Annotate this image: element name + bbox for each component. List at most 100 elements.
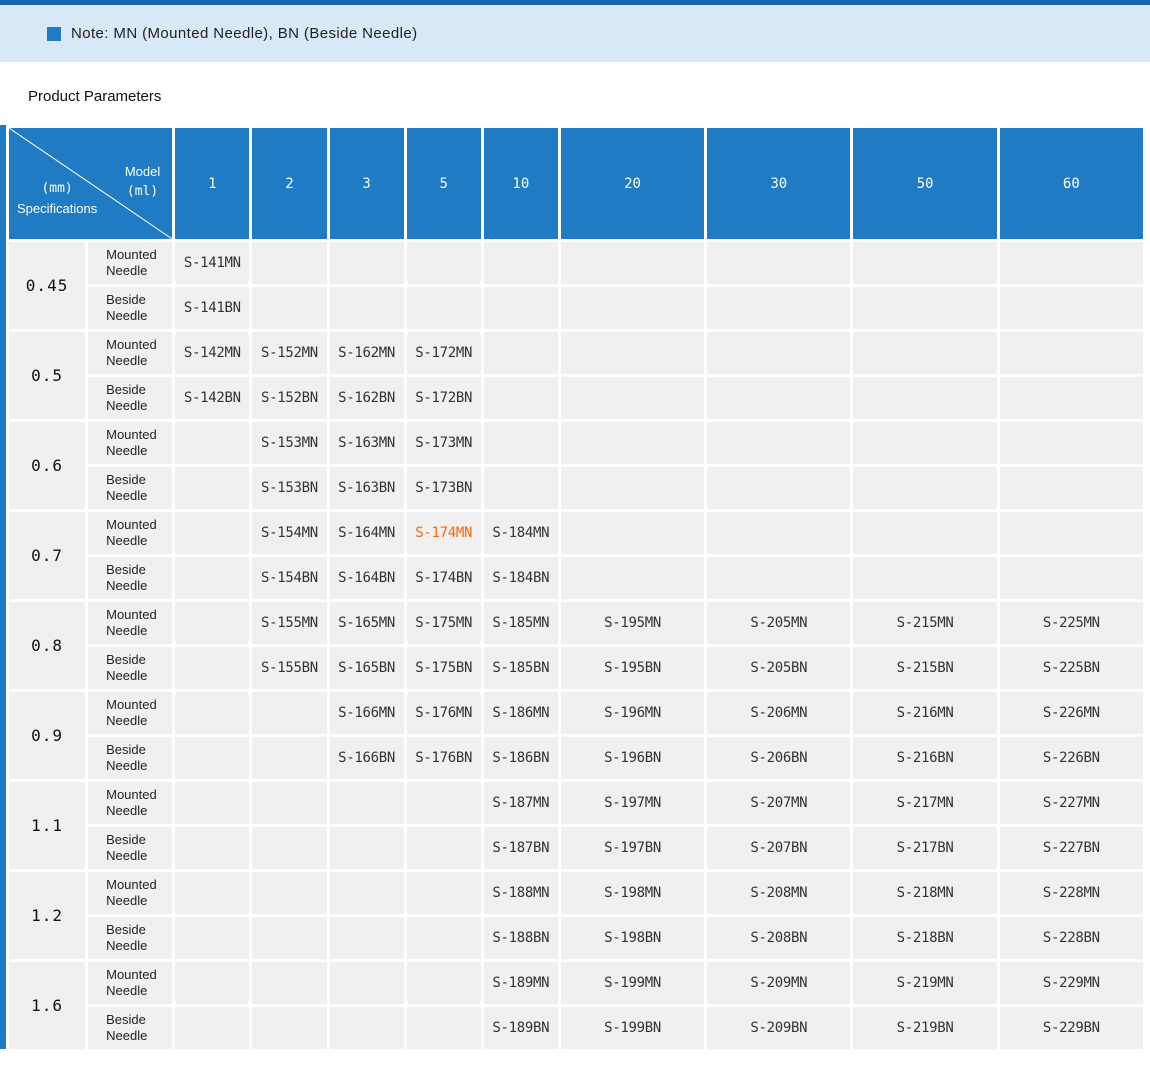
column-header-20ml: 20 (561, 128, 704, 239)
empty-cell (853, 512, 996, 554)
table-head: Model (ml) (mm) Specifications 123510203… (9, 128, 1143, 239)
empty-cell (1000, 422, 1143, 464)
mounted-needle-label: Mounted Needle (88, 962, 172, 1004)
model-code-S-218MN: S-218MN (853, 872, 996, 914)
empty-cell (484, 332, 558, 374)
empty-cell (407, 962, 481, 1004)
empty-cell (252, 782, 326, 824)
empty-cell (853, 242, 996, 284)
empty-cell (853, 467, 996, 509)
model-code-S-188MN: S-188MN (484, 872, 558, 914)
empty-cell (707, 287, 850, 329)
model-code-S-186BN: S-186BN (484, 737, 558, 779)
table-row: 0.7Mounted NeedleS-154MNS-164MNS-174MNS-… (9, 512, 1143, 554)
model-code-S-172BN: S-172BN (407, 377, 481, 419)
empty-cell (175, 422, 249, 464)
model-code-S-198MN: S-198MN (561, 872, 704, 914)
beside-needle-label: Beside Needle (88, 827, 172, 869)
empty-cell (407, 827, 481, 869)
empty-cell (175, 917, 249, 959)
empty-cell (707, 512, 850, 554)
table-row: Beside NeedleS-142BNS-152BNS-162BNS-172B… (9, 377, 1143, 419)
mounted-needle-label: Mounted Needle (88, 782, 172, 824)
model-code-S-217MN: S-217MN (853, 782, 996, 824)
empty-cell (561, 332, 704, 374)
empty-cell (175, 827, 249, 869)
empty-cell (175, 512, 249, 554)
model-code-S-199BN: S-199BN (561, 1007, 704, 1049)
table-row: 0.5Mounted NeedleS-142MNS-152MNS-162MNS-… (9, 332, 1143, 374)
empty-cell (407, 242, 481, 284)
spec-cell-1.6mm: 1.6 (9, 962, 85, 1049)
model-code-S-207MN: S-207MN (707, 782, 850, 824)
model-code-S-185MN: S-185MN (484, 602, 558, 644)
empty-cell (1000, 377, 1143, 419)
mounted-needle-label: Mounted Needle (88, 422, 172, 464)
column-header-3ml: 3 (330, 128, 404, 239)
empty-cell (407, 1007, 481, 1049)
product-parameters-table: Model (ml) (mm) Specifications 123510203… (6, 125, 1146, 1052)
model-code-S-174MN[interactable]: S-174MN (407, 512, 481, 554)
mounted-needle-label: Mounted Needle (88, 512, 172, 554)
model-code-S-228BN: S-228BN (1000, 917, 1143, 959)
model-code-S-217BN: S-217BN (853, 827, 996, 869)
model-code-S-196MN: S-196MN (561, 692, 704, 734)
model-code-S-164MN: S-164MN (330, 512, 404, 554)
model-code-S-227MN: S-227MN (1000, 782, 1143, 824)
model-code-S-195BN: S-195BN (561, 647, 704, 689)
model-code-S-209BN: S-209BN (707, 1007, 850, 1049)
model-code-S-165MN: S-165MN (330, 602, 404, 644)
spec-cell-0.6mm: 0.6 (9, 422, 85, 509)
note-text: Note: MN (Mounted Needle), BN (Beside Ne… (71, 25, 417, 42)
empty-cell (561, 422, 704, 464)
beside-needle-label: Beside Needle (88, 1007, 172, 1049)
column-header-2ml: 2 (252, 128, 326, 239)
model-code-S-176MN: S-176MN (407, 692, 481, 734)
model-code-S-187MN: S-187MN (484, 782, 558, 824)
table-row: Beside NeedleS-189BNS-199BNS-209BNS-219B… (9, 1007, 1143, 1049)
model-code-S-199MN: S-199MN (561, 962, 704, 1004)
empty-cell (484, 287, 558, 329)
table-row: 1.6Mounted NeedleS-189MNS-199MNS-209MNS-… (9, 962, 1143, 1004)
table-body: 0.45Mounted NeedleS-141MNBeside NeedleS-… (9, 242, 1143, 1049)
empty-cell (707, 467, 850, 509)
corner-model-label: Model (ml) (125, 162, 160, 202)
note-banner: Note: MN (Mounted Needle), BN (Beside Ne… (0, 5, 1150, 62)
section-title: Product Parameters (28, 88, 1150, 105)
corner-specifications-text: Specifications (17, 199, 97, 219)
model-code-S-205MN: S-205MN (707, 602, 850, 644)
beside-needle-label: Beside Needle (88, 287, 172, 329)
model-code-S-153BN: S-153BN (252, 467, 326, 509)
empty-cell (707, 332, 850, 374)
empty-cell (252, 872, 326, 914)
empty-cell (175, 557, 249, 599)
empty-cell (407, 782, 481, 824)
column-header-60ml: 60 (1000, 128, 1143, 239)
mounted-needle-label: Mounted Needle (88, 332, 172, 374)
model-code-S-166BN: S-166BN (330, 737, 404, 779)
model-code-S-208BN: S-208BN (707, 917, 850, 959)
table-row: 0.6Mounted NeedleS-153MNS-163MNS-173MN (9, 422, 1143, 464)
empty-cell (175, 872, 249, 914)
model-code-S-184MN: S-184MN (484, 512, 558, 554)
model-code-S-227BN: S-227BN (1000, 827, 1143, 869)
empty-cell (561, 242, 704, 284)
empty-cell (1000, 557, 1143, 599)
spec-cell-0.9mm: 0.9 (9, 692, 85, 779)
empty-cell (561, 377, 704, 419)
empty-cell (853, 377, 996, 419)
empty-cell (1000, 242, 1143, 284)
mounted-needle-label: Mounted Needle (88, 872, 172, 914)
table-row: Beside NeedleS-153BNS-163BNS-173BN (9, 467, 1143, 509)
empty-cell (252, 962, 326, 1004)
model-code-S-173BN: S-173BN (407, 467, 481, 509)
model-code-S-229BN: S-229BN (1000, 1007, 1143, 1049)
model-code-S-166MN: S-166MN (330, 692, 404, 734)
corner-specifications-label: (mm) Specifications (17, 179, 97, 219)
empty-cell (330, 1007, 404, 1049)
table-row: Beside NeedleS-166BNS-176BNS-186BNS-196B… (9, 737, 1143, 779)
model-code-S-162BN: S-162BN (330, 377, 404, 419)
table-left-accent-bar (0, 125, 6, 1049)
corner-model-text: Model (125, 162, 160, 182)
spec-cell-0.8mm: 0.8 (9, 602, 85, 689)
